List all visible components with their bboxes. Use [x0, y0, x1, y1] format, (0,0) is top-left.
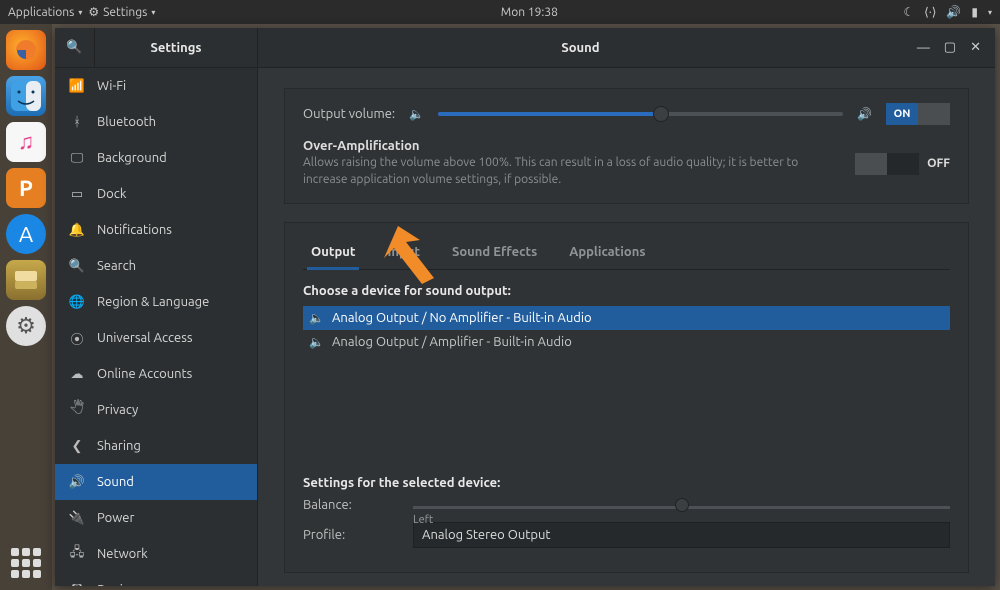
sidebar-title: Settings: [95, 28, 258, 67]
settings-indicator-icon: ⚙: [88, 5, 99, 19]
output-volume-panel: Output volume: ON Over-Amplification: [284, 88, 969, 204]
window-maximize[interactable]: ▢: [944, 40, 956, 55]
sidebar-item-bluetooth[interactable]: ᚼBluetooth: [55, 104, 257, 140]
sidebar-item-sound[interactable]: 🔊Sound: [55, 464, 257, 500]
sidebar-item-wifi[interactable]: 📶Wi-Fi: [55, 68, 257, 104]
output-volume-slider[interactable]: [438, 112, 843, 116]
sidebar-item-region[interactable]: 🌐Region & Language: [55, 284, 257, 320]
power-icon: 🔌: [69, 511, 85, 526]
balance-left-label: Left: [413, 514, 433, 526]
top-panel: Applications▾ ⚙ Settings▾ Mon 19:38 ☾ ⟨·…: [0, 0, 1000, 24]
balance-slider[interactable]: Left: [413, 500, 950, 509]
window-titlebar: 🔍 Settings Sound — ▢ ✕: [55, 28, 995, 68]
speaker-icon: 🔊: [69, 475, 85, 490]
launcher-dock: ♫ P A ⚙: [0, 24, 52, 590]
choose-device-label: Choose a device for sound output:: [303, 284, 950, 298]
search-icon: 🔍: [69, 259, 85, 274]
sidebar-item-background[interactable]: 🖵Background: [55, 140, 257, 176]
speaker-icon: 🔈: [309, 311, 324, 325]
output-volume-label: Output volume:: [303, 107, 395, 121]
cloud-icon: ☁: [69, 367, 85, 382]
profile-label: Profile:: [303, 528, 413, 542]
devices-icon: 🖴: [69, 579, 85, 586]
tab-output[interactable]: Output: [307, 237, 359, 270]
output-device-list: 🔈 Analog Output / No Amplifier - Built-i…: [303, 306, 950, 456]
sidebar-search-button[interactable]: 🔍: [55, 28, 95, 67]
sound-panel: Output volume: ON Over-Amplification: [258, 68, 995, 586]
overamp-description: Allows raising the volume above 100%. Th…: [303, 155, 841, 189]
background-icon: 🖵: [69, 151, 85, 166]
sidebar-item-search[interactable]: 🔍Search: [55, 248, 257, 284]
battery-status-icon[interactable]: ▮: [971, 5, 978, 19]
sidebar-item-universal-access[interactable]: ⦿Universal Access: [55, 320, 257, 356]
launcher-disk[interactable]: [6, 260, 46, 300]
launcher-appstore[interactable]: A: [6, 214, 46, 254]
system-menu-icon[interactable]: ▾: [988, 8, 992, 17]
bell-icon: 🔔: [69, 223, 85, 238]
profile-select[interactable]: Analog Stereo Output: [413, 522, 950, 548]
output-device-row[interactable]: 🔈 Analog Output / Amplifier - Built-in A…: [303, 330, 950, 354]
dock-icon: ▭: [69, 187, 85, 202]
applications-menu[interactable]: Applications▾: [8, 6, 82, 19]
volume-status-icon[interactable]: 🔊: [946, 5, 961, 19]
sound-tabs: Output Input Sound Effects Applications: [303, 237, 950, 270]
night-light-icon[interactable]: ☾: [903, 5, 914, 19]
sound-devices-panel: Output Input Sound Effects Applications …: [284, 222, 969, 573]
output-device-row[interactable]: 🔈 Analog Output / No Amplifier - Built-i…: [303, 306, 950, 330]
output-mute-toggle[interactable]: ON: [886, 103, 950, 125]
sidebar-item-privacy[interactable]: 🖑Privacy: [55, 392, 257, 428]
window-close[interactable]: ✕: [970, 40, 981, 55]
tab-input[interactable]: Input: [383, 237, 424, 269]
launcher-finder[interactable]: [6, 76, 46, 116]
sidebar-item-online-accounts[interactable]: ☁Online Accounts: [55, 356, 257, 392]
window-minimize[interactable]: —: [917, 41, 930, 55]
speaker-high-icon: [857, 107, 872, 121]
settings-sidebar: 📶Wi-Fi ᚼBluetooth 🖵Background ▭Dock 🔔Not…: [55, 68, 258, 586]
launcher-music[interactable]: ♫: [6, 122, 46, 162]
globe-icon: 🌐: [69, 295, 85, 310]
tab-applications[interactable]: Applications: [565, 237, 649, 269]
overamp-toggle[interactable]: [855, 153, 919, 175]
sidebar-item-sharing[interactable]: ❮Sharing: [55, 428, 257, 464]
sidebar-item-devices[interactable]: 🖴Devices›: [55, 572, 257, 586]
chevron-right-icon: ›: [239, 583, 243, 586]
speaker-icon: 🔈: [309, 335, 324, 349]
sidebar-item-notifications[interactable]: 🔔Notifications: [55, 212, 257, 248]
launcher-settings[interactable]: ⚙: [6, 306, 46, 346]
overamp-off-label: OFF: [927, 157, 950, 170]
share-icon: ❮: [69, 439, 85, 454]
network-status-icon[interactable]: ⟨·⟩: [924, 5, 936, 19]
panel-clock[interactable]: Mon 19:38: [155, 6, 903, 19]
launcher-pages[interactable]: P: [6, 168, 46, 208]
sidebar-item-power[interactable]: 🔌Power: [55, 500, 257, 536]
bluetooth-icon: ᚼ: [69, 115, 85, 129]
tab-sound-effects[interactable]: Sound Effects: [448, 237, 541, 269]
search-icon: 🔍: [66, 40, 82, 55]
sidebar-item-dock[interactable]: ▭Dock: [55, 176, 257, 212]
page-title: Sound: [258, 28, 903, 67]
settings-menu[interactable]: ⚙ Settings▾: [88, 5, 155, 19]
privacy-icon: 🖑: [69, 399, 85, 421]
wifi-icon: 📶: [69, 79, 85, 94]
accessibility-icon: ⦿: [69, 329, 85, 348]
speaker-low-icon: [409, 107, 424, 121]
settings-window: 🔍 Settings Sound — ▢ ✕ 📶Wi-Fi ᚼBluetooth…: [55, 28, 995, 586]
balance-label: Balance:: [303, 498, 413, 512]
launcher-firefox[interactable]: [6, 30, 46, 70]
overamp-title: Over-Amplification: [303, 139, 841, 153]
network-icon: 🖧: [69, 543, 85, 565]
launcher-show-apps[interactable]: [11, 548, 41, 578]
selected-device-settings-label: Settings for the selected device:: [303, 476, 950, 490]
sidebar-item-network[interactable]: 🖧Network: [55, 536, 257, 572]
